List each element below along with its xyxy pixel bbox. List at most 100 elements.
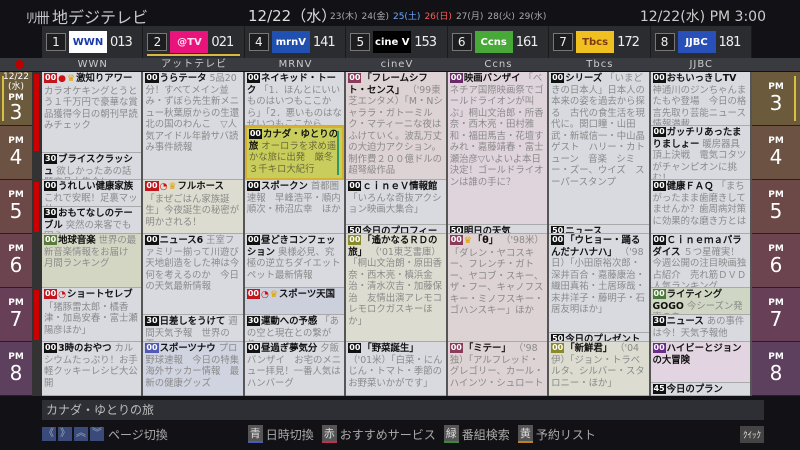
program-cell[interactable]: 00 映画バンザイ 「ベネチア国際映画祭でゴールドライオンが叫ぶ」桐山文治郎・所香…: [447, 72, 548, 225]
program-cell[interactable]: 00 スポークン 首都圏速報 早峰浩平・順内順次・柿沼広幸 ほか: [244, 180, 345, 234]
program-title: 日差しをうけて: [159, 316, 226, 327]
clock: 12/22(水) PM 3:00: [639, 9, 766, 25]
channel-wwn[interactable]: 1 WWN 013: [42, 26, 144, 58]
program-cell[interactable]: 00 地球音楽 世界の最新音楽情報をお届け 月間ランキング: [42, 234, 142, 288]
program-cell[interactable]: 00 ｃｉｎｅＶ情報館 「いろんな奇抜アクション映画大集合」: [346, 180, 446, 225]
program-cell[interactable]: 00 ガッチリあったまりましょー 暖房器具頂上決戦 電気コタツがチャンピオンに挑む…: [650, 126, 750, 180]
program-cell[interactable]: 00 ◔♛スポーツ天国: [244, 288, 345, 315]
program-cell[interactable]: 50今日のプロフィール: [346, 225, 446, 234]
program-cell[interactable]: 00 ♛「θ」 （'98米）「ダレン・ヤコスキー、フレンチ・ガトー、ヤコブ・スキー…: [447, 234, 548, 342]
program-cell[interactable]: 00 うらテータ 5品20分！すべてメイン並み・ずぼら先生新メニュー秋葉原からの生…: [143, 72, 243, 180]
day-link[interactable]: 26(日): [424, 9, 451, 22]
program-title: 3時のおやつ: [58, 343, 112, 354]
date-switch-label: 日時切換: [265, 427, 314, 442]
day-link[interactable]: 25(土): [393, 9, 420, 22]
channel-tbcs[interactable]: 7 Tbcs 172: [549, 26, 651, 58]
program-cell[interactable]: 45 今日のプラン: [650, 382, 750, 396]
start-minute-badge: 00: [246, 235, 260, 245]
program-cell[interactable]: 00 「ウヒョー・踊るんだナハナハ」 （'98日）「小田原裕次郎・深井百合・嘉藤康…: [549, 234, 649, 333]
program-cell[interactable]: 00ライティングGOGO 今シーズン発売のあ: [650, 288, 750, 315]
date-switch-button[interactable]: 青日時切換: [247, 425, 314, 443]
hour-8pm: PM 8: [0, 342, 32, 396]
program-cell[interactable]: 00 Ｃｉｎｅｍａパラダイス ５つ星確実！今週公開の注目映画独占紹介 売れ筋ＤＶＤ…: [650, 234, 750, 288]
start-minute-badge: 00: [44, 289, 58, 299]
channel-jjbc[interactable]: 8 JJBC 181: [650, 26, 752, 58]
program-cell[interactable]: 00うれしい健康家族 これで安眠！足裏マッサ: [42, 180, 142, 207]
program-cell[interactable]: 00 「フレームシフト・センス」 （'99東芝エンタメ）「M・Nシャララ・ガトーミ…: [346, 72, 446, 180]
program-cell[interactable]: 00 ●♛激知りアワー カラオケキングとうとう１千万円で豪華な賞品獲得今日の朝刊早…: [42, 72, 142, 153]
day-link[interactable]: 27(月): [456, 9, 483, 22]
program-cell[interactable]: 00 ◔♛フルホース 「まぜごはん家族誕生」今夜誕生の秘密が明かされる！: [143, 180, 243, 234]
program-cell[interactable]: 00 ◔ショートセレブ 「猪豚雷太郎・橘香津・加島安春・富士瀬陽彦ほか」: [42, 288, 142, 342]
program-cell[interactable]: 00 「新鮮君」 （'04伊）「ジョン・トラベルタ、シルバー・スタロニー・ほか」: [549, 342, 649, 396]
program-description: カラオケキングとうとう１千万円で豪華な賞品獲得今日の朝刊早読みチェック: [44, 85, 138, 132]
program-cell[interactable]: 00 「ミテー」 （'98独）「アルフレッド・グレゴリー、カール・ハインツ・シュロ…: [447, 342, 548, 396]
start-minute-badge: 00: [44, 235, 58, 245]
search-button[interactable]: 緑番組検索: [443, 425, 510, 443]
program-cell[interactable]: 30運動への予感 「あの空と現在との繋がり…: [244, 315, 345, 342]
program-cell[interactable]: 50 今日のプレゼント: [549, 333, 649, 342]
program-cell[interactable]: 30 ニュース あの事件は今！天気予報他: [650, 315, 750, 342]
program-cell[interactable]: 00 「遙かなるＲＤの旅」 （'01東芝書庫）「桐山文治朗・原田香奈・西木亮・槙浜…: [346, 234, 446, 342]
program-description: 神通川のジンちゃんまたもや登場 今日の格言先取り芸能ニュース情報満載: [652, 84, 747, 126]
program-cell[interactable]: 00 健康ＦＡＱ 「まちがったまま歯磨きしてませんか？歯周病対策に効果的な磨き方と…: [650, 180, 750, 234]
page-nav: 《》 ︽ ︾: [42, 427, 104, 441]
recommended-button[interactable]: 赤おすすめサービス: [321, 425, 436, 443]
program-description: 「猪豚雷太郎・橘香津・加島安春・富士瀬陽彦ほか」: [44, 301, 138, 336]
app-title: 地デジテレビ: [52, 8, 149, 27]
program-cell[interactable]: 00 昼過ぎ夢気分 夕飯バンザイ お宅のメニュー拝見！一番人気はハンバーグ: [244, 342, 345, 396]
progress-bar: [34, 290, 39, 340]
reservation-list-button[interactable]: 黄予約リスト: [517, 425, 596, 443]
program-cell[interactable]: 00 昼どきコンフェッション 奥様必見、究極の逆立ちダイエット ペット最新情報: [244, 234, 345, 288]
hour-3pm: PM 3: [752, 72, 800, 126]
channel-bar: 1 WWN 013 2 @TV 021 4 mrnV 141 5 cine V 153 6 Ccns 161…: [42, 26, 752, 58]
start-minute-badge: 50: [348, 226, 362, 234]
program-description: 5品20分！すべてメイン並み・ずぼら先生新メニュー秋葉原からの生還 北の国のわん…: [145, 73, 242, 153]
crown-icon: ♛: [67, 74, 76, 84]
channel-ccns[interactable]: 6 Ccns 161: [447, 26, 550, 58]
program-cell[interactable]: 00 ニュース6 王室ファミリー揃って川遊び天地創造をした神は今何を考えるのか 今…: [143, 234, 243, 315]
program-cell[interactable]: 00 ハイビーとジョンの大冒険: [650, 342, 750, 383]
header: ﾘﾘ卌 地デジテレビ 12/22（水） 23(木) 24(金) 25(土) 26(日) 2…: [0, 0, 800, 28]
program-cell[interactable]: 00 カナダ・ゆとりの旅 オーロラを求め遥かな旅に出発 厳冬３千キロ大紀行: [244, 126, 345, 180]
yellow-key-icon: 黄: [517, 425, 533, 443]
day-selector: 23(木) 24(金) 25(土) 26(日) 27(月) 28(火) 29(水): [330, 9, 546, 22]
page-nav-arrow-icon[interactable]: 《: [42, 427, 56, 441]
program-cell[interactable]: 00 シリーズ 「いまどきの日本人」日本人の本来の姿を過去から探る 古代の食生活を…: [549, 72, 649, 225]
channel-logo: @TV: [170, 31, 209, 53]
crown-icon: ♛: [463, 236, 472, 246]
program-title: スポーツナウ: [159, 343, 216, 354]
program-cell[interactable]: 00 ネイキッド・トーク 「1．ほんとにいいものはいつもここから」「2．悪いものは…: [244, 72, 345, 126]
program-description: これで安眠！足裏マッサ: [44, 192, 138, 207]
page-nav-arrow-icon[interactable]: ︽: [74, 427, 88, 441]
program-cell[interactable]: 00 3時のおやつ カルシウムたっぷり！お手軽クッキーレシピ大公開: [42, 342, 142, 396]
hour-label: 5: [769, 199, 783, 223]
channel-cinev[interactable]: 5 cine V 153: [346, 26, 448, 58]
start-minute-badge: 00: [652, 181, 666, 191]
page-nav-arrow-icon[interactable]: ︾: [90, 427, 104, 441]
program-cell[interactable]: 30ブライスクラッシュ 欲しかったあの話題商品大集合！: [42, 153, 142, 180]
program-cell[interactable]: 00 おもいっきしTV 神通川のジンちゃんまたもや登場 今日の格言先取り芸能ニュー…: [650, 72, 750, 126]
channel-column: 00 「フレームシフト・センス」 （'99東芝エンタメ）「M・Nシャララ・ガトーミ…: [346, 72, 448, 396]
program-cell[interactable]: 00 スポーツナウ プロ野球速報 今日の特集海外サッカー情報 最新の健康グッズ: [143, 342, 243, 396]
page-nav-arrow-icon[interactable]: 》: [58, 427, 72, 441]
program-cell[interactable]: 50 ニュース: [549, 225, 649, 234]
day-link[interactable]: 24(金): [361, 9, 388, 22]
program-title: 昼過ぎ夢気分: [260, 343, 318, 354]
channel-mrnv[interactable]: 4 mrnV 141: [244, 26, 347, 58]
progress-bar: [34, 182, 39, 232]
day-link[interactable]: 29(水): [519, 9, 546, 22]
channel-アットテレビ[interactable]: 2 @TV 021: [143, 26, 245, 58]
day-link[interactable]: 28(火): [487, 9, 514, 22]
channel-logo: Tbcs: [576, 31, 615, 53]
quick-button[interactable]: ｸｲｯｸ: [739, 425, 764, 443]
program-cell[interactable]: 00 「野菜誕生」 （'01米）「白菜・にんじん・トマト・季節のお野菜いかがです」: [346, 342, 446, 396]
day-link[interactable]: 23(木): [330, 9, 357, 22]
channel-name: JJBC: [689, 59, 714, 70]
program-cell[interactable]: 30おもてなしのテーブル 突然の来客でも困ら: [42, 207, 142, 234]
program-cell[interactable]: 30日差しをうけて 週間天気予報 世界の天…: [143, 315, 243, 342]
hour-7pm: PM 7: [0, 288, 32, 342]
program-cell[interactable]: 50 明日の天気: [447, 225, 548, 234]
program-title: 「θ」: [472, 235, 499, 246]
hour-6pm: PM 6: [0, 234, 32, 288]
